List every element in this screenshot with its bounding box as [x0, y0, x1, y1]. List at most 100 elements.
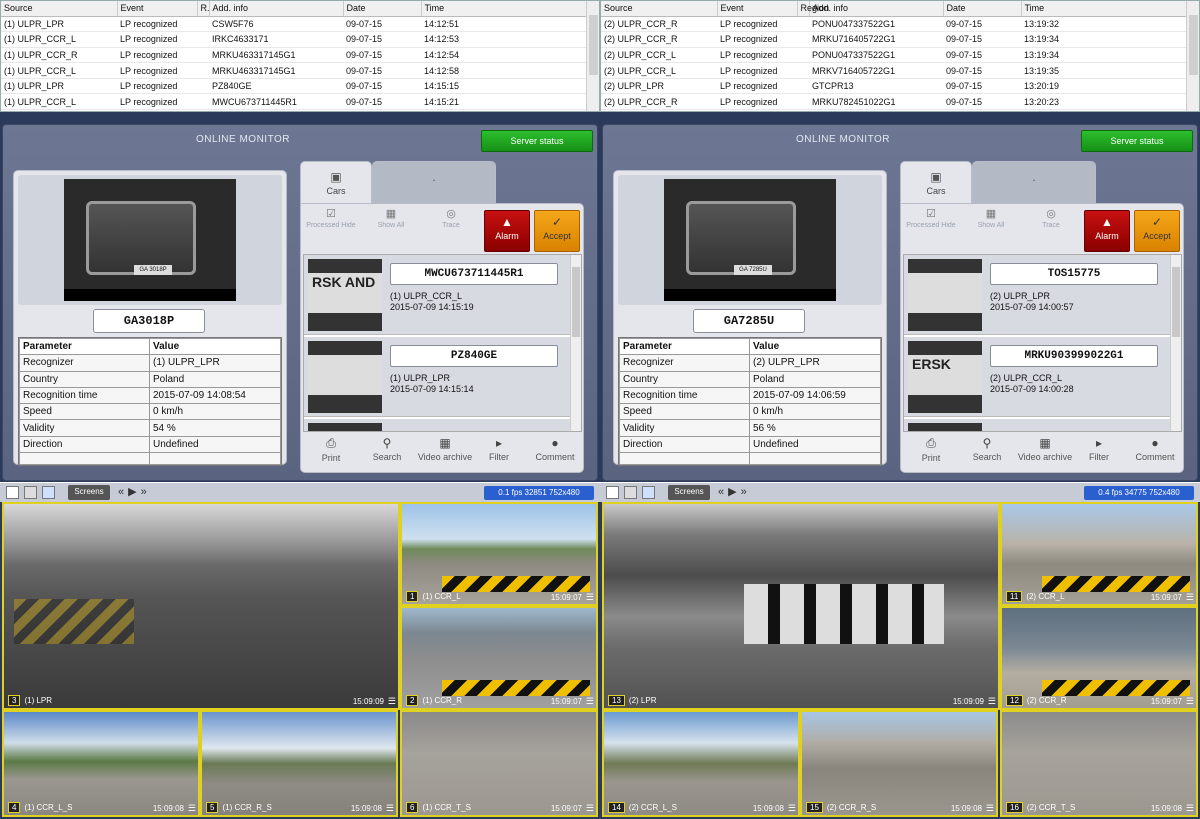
menu-icon[interactable]: ☰	[586, 803, 594, 814]
list-scrollbar[interactable]	[570, 255, 581, 431]
event-row[interactable]: (1) ULPR_CCR_L LP recognized IRKC4633171 09…	[1, 31, 587, 48]
search-button[interactable]: ⚲ Search	[959, 436, 1015, 462]
play-icon[interactable]: ▶	[128, 486, 140, 498]
camera-view[interactable]: 13 (2) LPR 15:09:09 ☰	[602, 502, 1000, 710]
camera-view[interactable]: 3 (1) LPR 15:09:09 ☰	[2, 502, 400, 710]
chevron-double-right-icon[interactable]: »	[141, 486, 151, 498]
filter-button[interactable]: ▸ Filter	[471, 436, 527, 462]
list-thumbnail[interactable]	[308, 341, 382, 413]
column-header[interactable]: Source	[1, 1, 118, 17]
video-archive-button[interactable]: ▦ Video archive	[1013, 436, 1077, 462]
column-header[interactable]: Add. info	[809, 1, 944, 17]
layout-1x1-button[interactable]	[606, 486, 619, 499]
event-row[interactable]: (2) ULPR_CCR_L LP recognized MRKV716405722…	[601, 62, 1187, 79]
column-header[interactable]: Date	[943, 1, 1022, 17]
camera-view[interactable]: 15 (2) CCR_R_S 15:09:08 ☰	[800, 710, 998, 817]
column-header[interactable]: Add. info	[209, 1, 344, 17]
menu-icon[interactable]: ☰	[586, 696, 594, 707]
camera-view[interactable]: 6 (1) CCR_T_S 15:09:07 ☰	[400, 710, 598, 817]
list-scrollbar[interactable]	[1170, 255, 1181, 431]
list-thumbnail[interactable]	[908, 259, 982, 331]
column-header[interactable]: Region	[797, 1, 829, 17]
alarm-button[interactable]: ▲ Alarm	[1084, 210, 1130, 252]
camera-view[interactable]: 2 (1) CCR_R 15:09:07 ☰	[400, 606, 598, 710]
column-header[interactable]: Event	[717, 1, 798, 17]
list-item[interactable]: PZ840GE (1) ULPR_LPR 2015-07-09 14:15:14	[304, 337, 570, 417]
layout-2x2-button[interactable]	[24, 486, 37, 499]
video-archive-button[interactable]: ▦ Video archive	[413, 436, 477, 462]
layout-1x1-button[interactable]	[6, 486, 19, 499]
menu-icon[interactable]: ☰	[188, 803, 196, 814]
menu-icon[interactable]: ☰	[1186, 592, 1194, 603]
layout-3x3-button[interactable]	[42, 486, 55, 499]
recognition-list[interactable]: TOS15775 (2) ULPR_LPR 2015-07-09 14:00:5…	[903, 254, 1182, 432]
processed-hide-button[interactable]: ☑ Processed Hide	[901, 209, 961, 230]
event-row[interactable]: (2) ULPR_CCR_R LP recognized MRKU716405722…	[601, 31, 1187, 48]
playback-controls[interactable]: «▶»	[118, 485, 151, 498]
camera-view[interactable]: 1 (1) CCR_L 15:09:07 ☰	[400, 502, 598, 606]
chevron-double-right-icon[interactable]: »	[741, 486, 751, 498]
column-header[interactable]: Date	[343, 1, 422, 17]
camera-view[interactable]: 16 (2) CCR_T_S 15:09:08 ☰	[1000, 710, 1198, 817]
list-thumbnail[interactable]: ERSK	[908, 341, 982, 413]
print-button[interactable]: ⎙ Print	[303, 436, 359, 463]
event-row[interactable]: (1) ULPR_CCR_L LP recognized MWCU673711445…	[1, 93, 587, 111]
event-row[interactable]: (1) ULPR_CCR_L LP recognized MRKU463317145…	[1, 62, 587, 79]
layout-2x2-button[interactable]	[624, 486, 637, 499]
list-thumbnail[interactable]: RSK AND	[308, 259, 382, 331]
chevron-double-left-icon[interactable]: «	[718, 486, 728, 498]
column-header[interactable]: Event	[117, 1, 198, 17]
list-item[interactable]	[304, 419, 570, 431]
event-row[interactable]: (2) ULPR_CCR_R LP recognized MRKU782451022…	[601, 93, 1187, 111]
scroll-thumb[interactable]	[572, 267, 580, 337]
event-row[interactable]: (1) ULPR_LPR LP recognized PZ840GE 09-07-15…	[1, 78, 587, 95]
event-row[interactable]: (2) ULPR_CCR_L LP recognized PONU047337522…	[601, 47, 1187, 64]
vehicle-photo[interactable]: GA 3018P	[64, 179, 236, 301]
event-log-table[interactable]: SourceEventRegionAdd. infoDateTime(2) UL…	[600, 0, 1200, 112]
event-row[interactable]: (2) ULPR_LPR LP recognized GTCPR13 09-07-15…	[601, 78, 1187, 95]
column-header[interactable]: Time	[421, 1, 588, 17]
menu-icon[interactable]: ☰	[1186, 803, 1194, 814]
show-all-button[interactable]: ▦ Show All	[361, 209, 421, 230]
menu-icon[interactable]: ☰	[988, 696, 996, 707]
list-item[interactable]: ERSK MRKU903999022G1 (2) ULPR_CCR_L 2015…	[904, 337, 1170, 417]
server-status-button[interactable]: Server status	[1081, 130, 1193, 152]
recognition-list[interactable]: RSK AND MWCU673711445R1 (1) ULPR_CCR_L 2…	[303, 254, 582, 432]
comment-button[interactable]: ● Comment	[527, 436, 583, 462]
playback-controls[interactable]: «▶»	[718, 485, 751, 498]
column-header[interactable]: Source	[601, 1, 718, 17]
event-row[interactable]: (2) ULPR_CCR_R LP recognized PONU047337522…	[601, 16, 1187, 33]
chevron-double-left-icon[interactable]: «	[118, 486, 128, 498]
event-scrollbar[interactable]	[1186, 1, 1199, 111]
column-header[interactable]: Time	[1021, 1, 1188, 17]
accept-button[interactable]: ✓ Accept	[1134, 210, 1180, 252]
camera-view[interactable]: 12 (2) CCR_R 15:09:07 ☰	[1000, 606, 1198, 710]
trace-button[interactable]: ◎ Trace	[1021, 209, 1081, 230]
server-status-button[interactable]: Server status	[481, 130, 593, 152]
filter-button[interactable]: ▸ Filter	[1071, 436, 1127, 462]
accept-button[interactable]: ✓ Accept	[534, 210, 580, 252]
show-all-button[interactable]: ▦ Show All	[961, 209, 1021, 230]
layout-3x3-button[interactable]	[642, 486, 655, 499]
scroll-thumb[interactable]	[589, 15, 598, 75]
menu-icon[interactable]: ☰	[788, 803, 796, 814]
menu-icon[interactable]: ☰	[586, 592, 594, 603]
camera-view[interactable]: 11 (2) CCR_L 15:09:07 ☰	[1000, 502, 1198, 606]
list-thumbnail[interactable]	[908, 423, 982, 431]
tab-cars[interactable]: ▣ Cars	[300, 161, 372, 205]
camera-view[interactable]: 14 (2) CCR_L_S 15:09:08 ☰	[602, 710, 800, 817]
vehicle-photo[interactable]: GA 7285U	[664, 179, 836, 301]
list-item[interactable]: RSK AND MWCU673711445R1 (1) ULPR_CCR_L 2…	[304, 255, 570, 335]
tab-cars[interactable]: ▣ Cars	[900, 161, 972, 205]
event-row[interactable]: (1) ULPR_LPR LP recognized CSW5F76 09-07-15…	[1, 16, 587, 33]
event-scrollbar[interactable]	[586, 1, 599, 111]
print-button[interactable]: ⎙ Print	[903, 436, 959, 463]
screens-button[interactable]: Screens	[668, 485, 710, 500]
event-log-table[interactable]: Source Event R. Add. info Date Time (1) ULPR_L…	[0, 0, 600, 112]
event-row[interactable]: (1) ULPR_CCR_R LP recognized MRKU463317145…	[1, 47, 587, 64]
list-item[interactable]	[904, 419, 1170, 431]
play-icon[interactable]: ▶	[728, 486, 740, 498]
scroll-thumb[interactable]	[1172, 267, 1180, 337]
menu-icon[interactable]: ☰	[388, 696, 396, 707]
screens-button[interactable]: Screens	[68, 485, 110, 500]
